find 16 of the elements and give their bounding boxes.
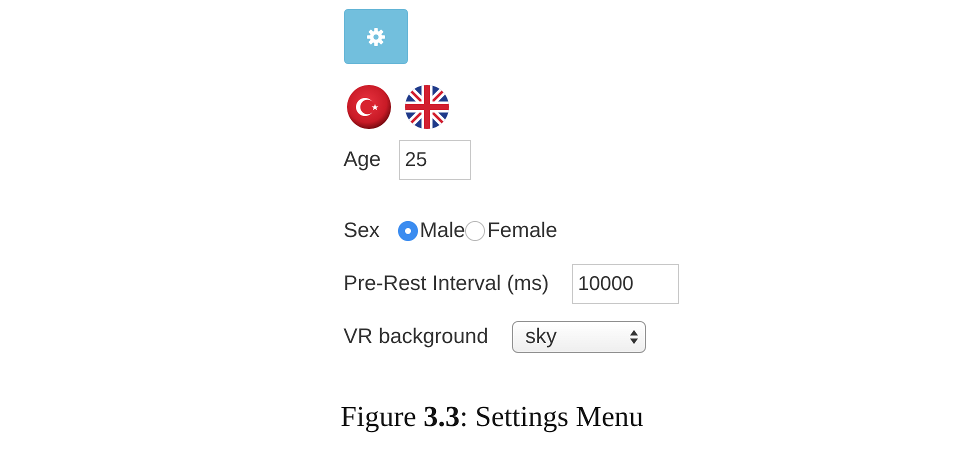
field-label: Age	[344, 148, 381, 172]
input-field[interactable]: 25	[398, 140, 471, 180]
settings-icon	[366, 26, 386, 46]
radio-label[interactable]: Female	[487, 219, 558, 243]
radio-label[interactable]: Male	[420, 219, 466, 243]
settings-button[interactable]	[344, 9, 408, 64]
field-label: VR background	[344, 325, 488, 349]
field-label: Pre-Rest Interval (ms)	[344, 272, 549, 296]
updown-arrows-icon	[629, 329, 640, 345]
input-field[interactable]: 10000	[572, 264, 679, 304]
figure-caption: Figure 3.3: Settings Menu	[340, 401, 644, 434]
radio-button[interactable]	[465, 221, 486, 241]
turkey-flag-icon[interactable]	[346, 84, 392, 130]
radio-button[interactable]	[398, 221, 418, 241]
dropdown[interactable]: sky	[512, 321, 646, 353]
field-label: Sex	[344, 219, 380, 243]
